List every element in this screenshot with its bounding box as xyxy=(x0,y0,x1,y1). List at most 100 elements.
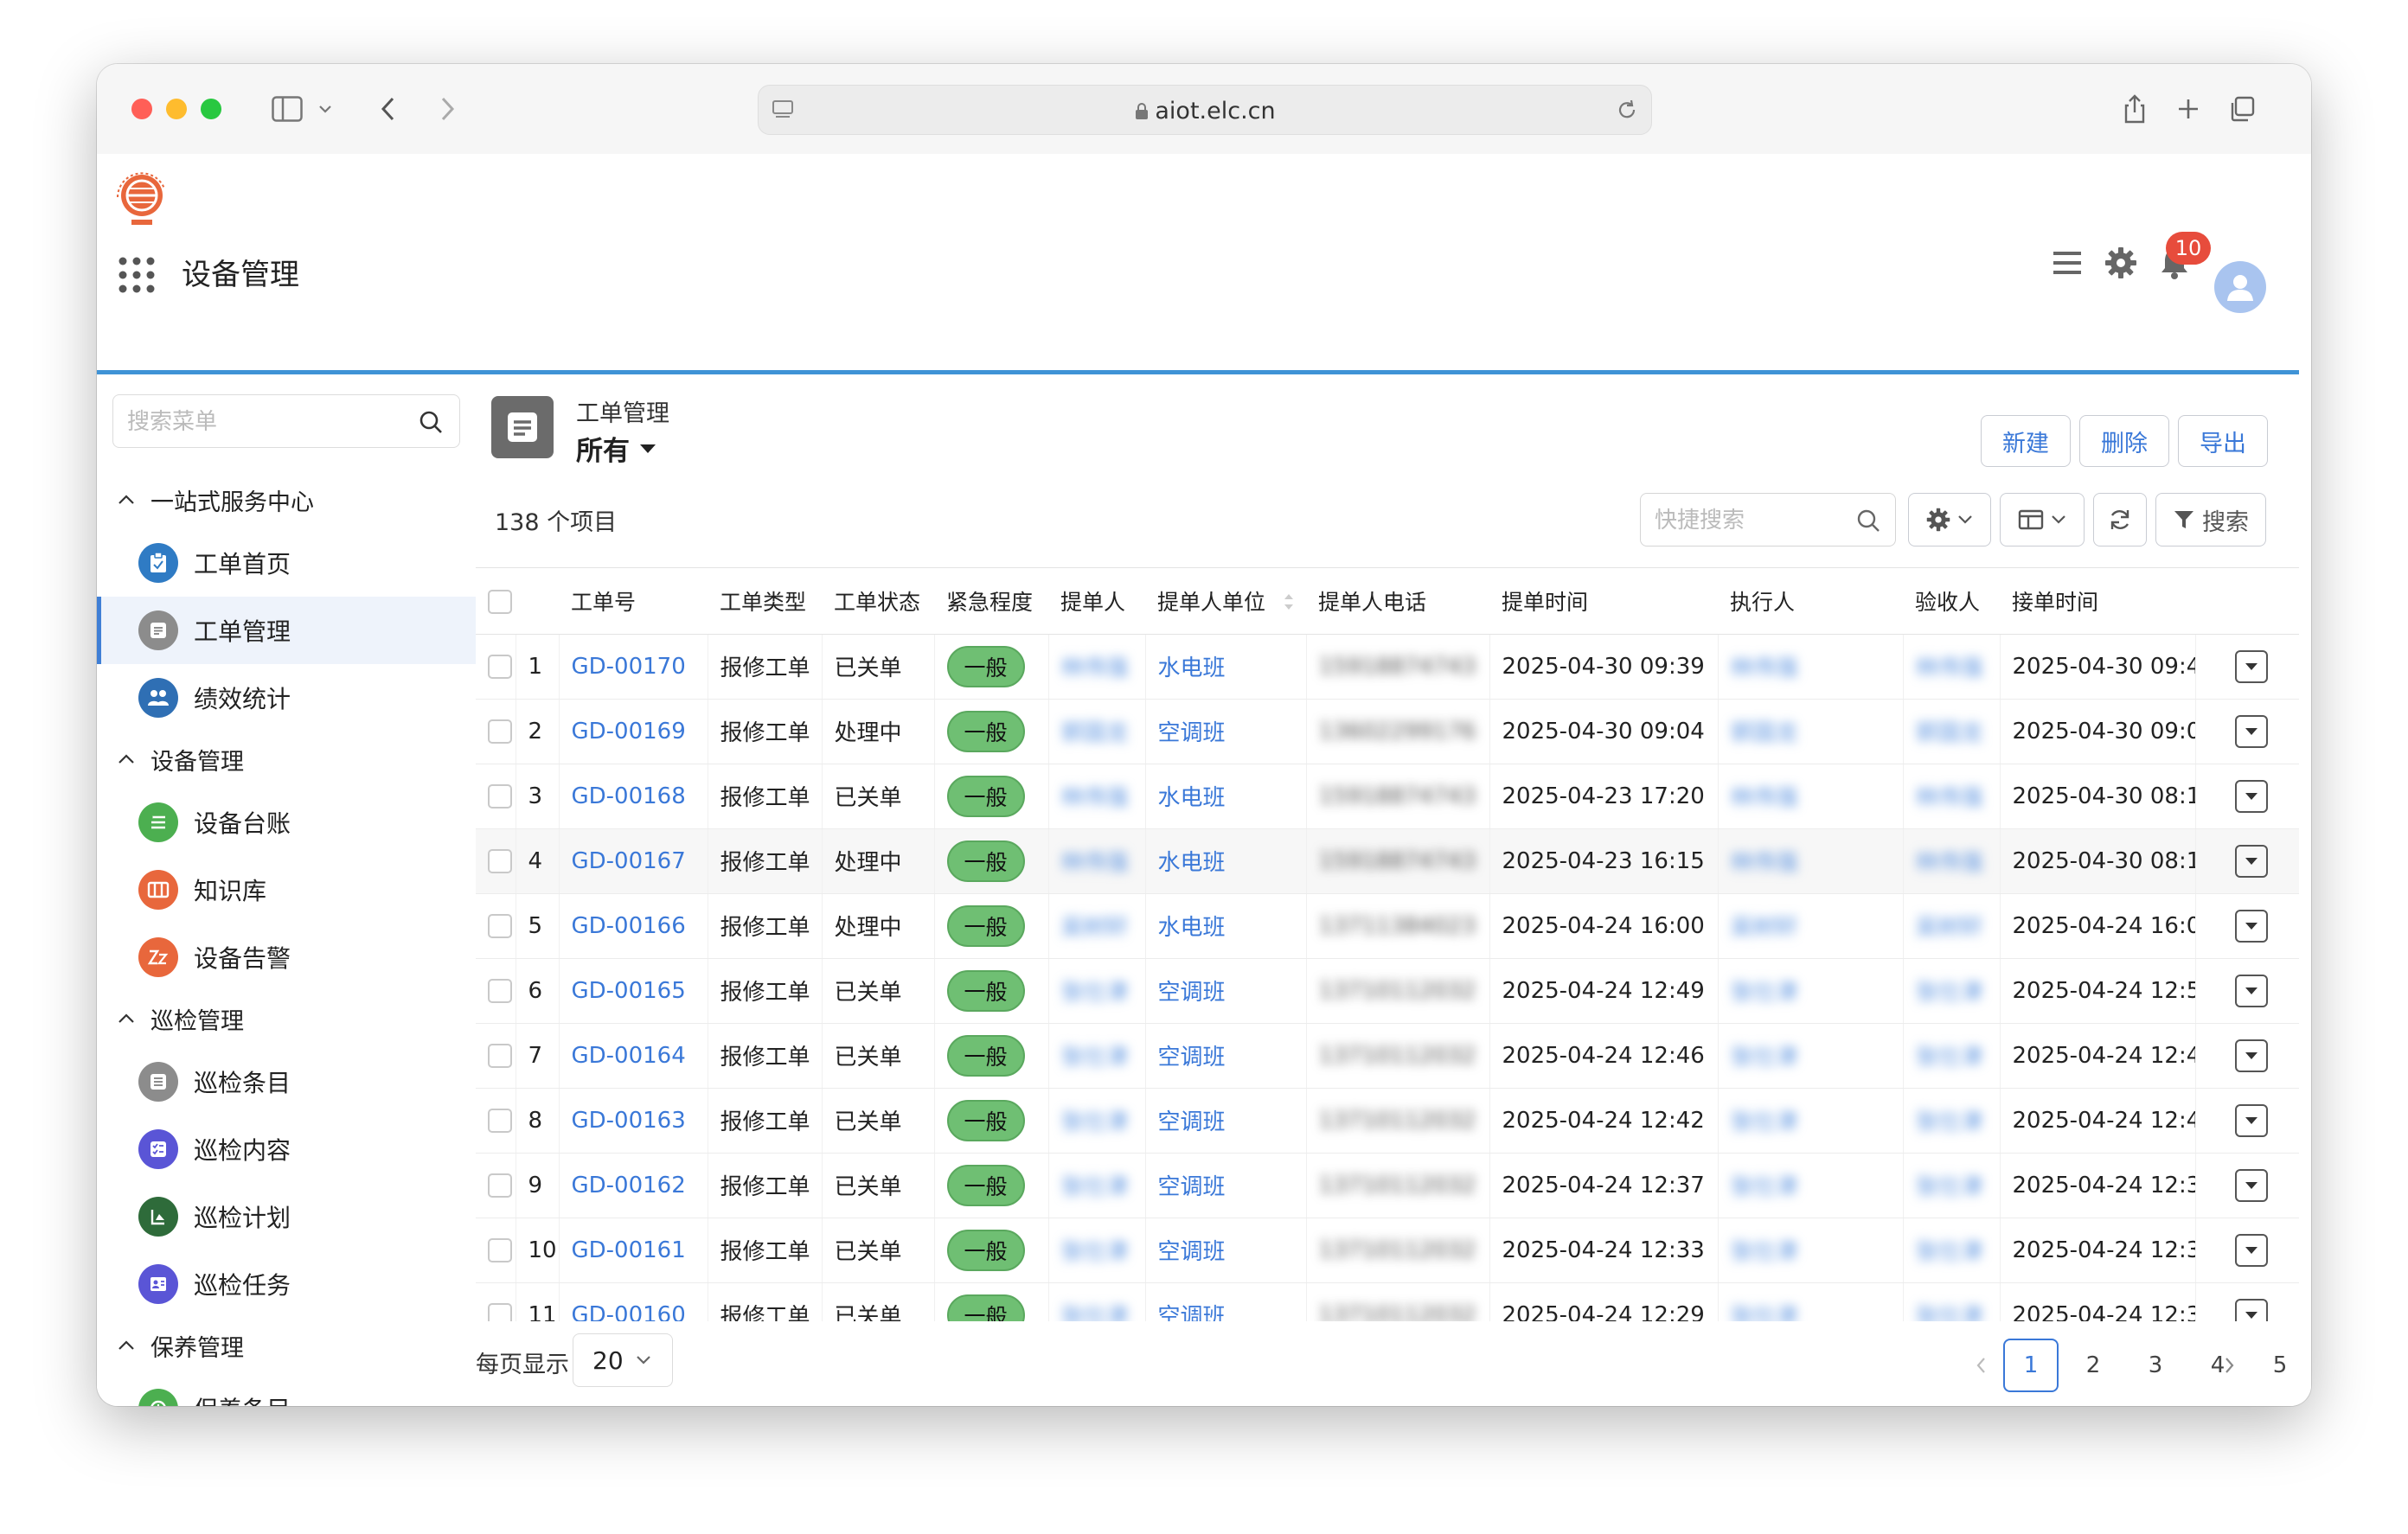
row-action-dropdown[interactable] xyxy=(2235,1103,2268,1137)
submitter-name[interactable]: 吴树轩 xyxy=(1061,915,1129,941)
page-5-button[interactable]: 5 xyxy=(2252,1339,2308,1392)
table-row[interactable]: 6 GD-00165 报修工单 已关单 一般 张仕津 空调班 13710112032 2025-… xyxy=(476,958,2299,1024)
row-checkbox[interactable] xyxy=(488,1044,512,1068)
row-checkbox[interactable] xyxy=(488,655,512,679)
header-status[interactable]: 工单状态 xyxy=(822,568,934,635)
submitter-name[interactable]: 张仕津 xyxy=(1061,1109,1129,1135)
submitter-unit-link[interactable]: 水电班 xyxy=(1158,785,1226,811)
workorder-id-link[interactable]: GD-00168 xyxy=(572,783,686,809)
chevron-down-icon[interactable] xyxy=(313,88,337,130)
executor-name[interactable]: 张仕津 xyxy=(1731,980,1798,1006)
row-checkbox[interactable] xyxy=(488,849,512,873)
row-action-dropdown[interactable] xyxy=(2235,1298,2268,1322)
menu-group-maintenance[interactable]: 保养管理 xyxy=(97,1320,476,1371)
executor-name[interactable]: 吴树轩 xyxy=(1731,915,1798,941)
workorder-id-link[interactable]: GD-00162 xyxy=(572,1173,686,1198)
delete-button[interactable]: 删除 xyxy=(2079,415,2169,467)
acceptor-name[interactable]: 张仕津 xyxy=(1916,1109,1983,1135)
row-action-dropdown[interactable] xyxy=(2235,714,2268,748)
sidebar-item-inspection-items[interactable]: 巡检条目 xyxy=(97,1048,476,1115)
acceptor-name[interactable]: 郭国龙 xyxy=(1916,720,1983,746)
refresh-button[interactable] xyxy=(2093,493,2147,546)
header-submitter[interactable]: 提单人 xyxy=(1048,568,1145,635)
row-checkbox[interactable] xyxy=(488,914,512,938)
page-3-button[interactable]: 3 xyxy=(2128,1339,2183,1392)
sidebar-item-maintenance-items[interactable]: 保养条目 xyxy=(97,1375,476,1406)
next-page-button[interactable] xyxy=(2202,1339,2258,1392)
executor-name[interactable]: 张仕津 xyxy=(1731,1174,1798,1200)
sidebar-item-inspection-plan[interactable]: 巡检计划 xyxy=(97,1183,476,1250)
row-action-dropdown[interactable] xyxy=(2235,974,2268,1007)
share-icon[interactable] xyxy=(2116,88,2154,130)
acceptor-name[interactable]: 张仕津 xyxy=(1916,1045,1983,1071)
reload-icon[interactable] xyxy=(1615,98,1639,122)
header-acceptor[interactable]: 验收人 xyxy=(1903,568,2000,635)
row-checkbox[interactable] xyxy=(488,1238,512,1262)
workorder-id-link[interactable]: GD-00160 xyxy=(572,1302,686,1323)
header-type[interactable]: 工单类型 xyxy=(708,568,822,635)
executor-name[interactable]: 林伟强 xyxy=(1731,785,1798,811)
executor-name[interactable]: 郭国龙 xyxy=(1731,720,1798,746)
workorder-id-link[interactable]: GD-00164 xyxy=(572,1043,686,1069)
header-submit-time[interactable]: 提单时间 xyxy=(1489,568,1718,635)
submitter-unit-link[interactable]: 空调班 xyxy=(1158,1045,1226,1071)
menu-search-input[interactable] xyxy=(125,395,406,449)
menu-group-equipment[interactable]: 设备管理 xyxy=(97,733,476,785)
row-action-dropdown[interactable] xyxy=(2235,844,2268,878)
gear-icon[interactable] xyxy=(2102,244,2140,282)
row-checkbox[interactable] xyxy=(488,979,512,1003)
new-tab-icon[interactable] xyxy=(2169,88,2207,130)
executor-name[interactable]: 林伟强 xyxy=(1731,655,1798,681)
view-selector[interactable]: 所有 xyxy=(576,429,657,468)
search-icon[interactable] xyxy=(1855,508,1881,534)
table-row[interactable]: 5 GD-00166 报修工单 处理中 一般 吴树轩 水电班 13711384023 2025-… xyxy=(476,893,2299,959)
table-row[interactable]: 7 GD-00164 报修工单 已关单 一般 张仕津 空调班 13710112032 2025-… xyxy=(476,1023,2299,1089)
row-action-dropdown[interactable] xyxy=(2235,649,2268,683)
header-workorder-no[interactable]: 工单号 xyxy=(559,568,708,635)
submitter-unit-link[interactable]: 水电班 xyxy=(1158,850,1226,876)
row-action-dropdown[interactable] xyxy=(2235,1039,2268,1072)
submitter-name[interactable]: 林伟强 xyxy=(1061,655,1129,681)
row-checkbox[interactable] xyxy=(488,1303,512,1322)
sort-icon[interactable] xyxy=(1283,592,1295,611)
sidebar-item-inspection-content[interactable]: 巡检内容 xyxy=(97,1115,476,1183)
sidebar-item-equipment-alarm[interactable]: 设备告警 xyxy=(97,924,476,991)
sidebar-item-inspection-task[interactable]: 巡检任务 xyxy=(97,1250,476,1318)
row-checkbox[interactable] xyxy=(488,1173,512,1198)
submitter-name[interactable]: 郭国龙 xyxy=(1061,720,1129,746)
select-all-checkbox[interactable] xyxy=(488,589,512,614)
per-page-select[interactable]: 20 xyxy=(573,1333,673,1387)
submitter-unit-link[interactable]: 空调班 xyxy=(1158,720,1226,746)
acceptor-name[interactable]: 张仕津 xyxy=(1916,980,1983,1006)
row-action-dropdown[interactable] xyxy=(2235,909,2268,943)
executor-name[interactable]: 张仕津 xyxy=(1731,1239,1798,1265)
submitter-unit-link[interactable]: 空调班 xyxy=(1158,980,1226,1006)
executor-name[interactable]: 林伟强 xyxy=(1731,850,1798,876)
submitter-name[interactable]: 张仕津 xyxy=(1061,980,1129,1006)
submitter-unit-link[interactable]: 水电班 xyxy=(1158,915,1226,941)
table-row[interactable]: 10 GD-00161 报修工单 已关单 一般 张仕津 空调班 13710112032 2025… xyxy=(476,1218,2299,1283)
table-row[interactable]: 2 GD-00169 报修工单 处理中 一般 郭国龙 空调班 13602299176 2025-… xyxy=(476,699,2299,764)
menu-group-service-center[interactable]: 一站式服务中心 xyxy=(97,474,476,526)
minimize-window-button[interactable] xyxy=(166,99,187,119)
address-bar[interactable]: aiot.elc.cn xyxy=(758,85,1652,135)
submitter-name[interactable]: 林伟强 xyxy=(1061,785,1129,811)
acceptor-name[interactable]: 林伟强 xyxy=(1916,850,1983,876)
submitter-name[interactable]: 林伟强 xyxy=(1061,850,1129,876)
back-icon[interactable] xyxy=(370,88,405,130)
row-action-dropdown[interactable] xyxy=(2235,779,2268,813)
close-window-button[interactable] xyxy=(131,99,152,119)
acceptor-name[interactable]: 林伟强 xyxy=(1916,785,1983,811)
workorder-id-link[interactable]: GD-00163 xyxy=(572,1108,686,1134)
executor-name[interactable]: 张仕津 xyxy=(1731,1045,1798,1071)
workorder-id-link[interactable]: GD-00170 xyxy=(572,654,686,680)
table-row[interactable]: 1 GD-00170 报修工单 已关单 一般 林伟强 水电班 15918874743 2025-… xyxy=(476,634,2299,700)
executor-name[interactable]: 张仕津 xyxy=(1731,1109,1798,1135)
workorder-id-link[interactable]: GD-00166 xyxy=(572,913,686,939)
header-submitter-phone[interactable]: 提单人电话 xyxy=(1306,568,1489,635)
submitter-unit-link[interactable]: 空调班 xyxy=(1158,1239,1226,1265)
acceptor-name[interactable]: 林伟强 xyxy=(1916,655,1983,681)
search-icon[interactable] xyxy=(418,409,444,435)
row-action-dropdown[interactable] xyxy=(2235,1168,2268,1202)
executor-name[interactable]: 张仕津 xyxy=(1731,1304,1798,1322)
